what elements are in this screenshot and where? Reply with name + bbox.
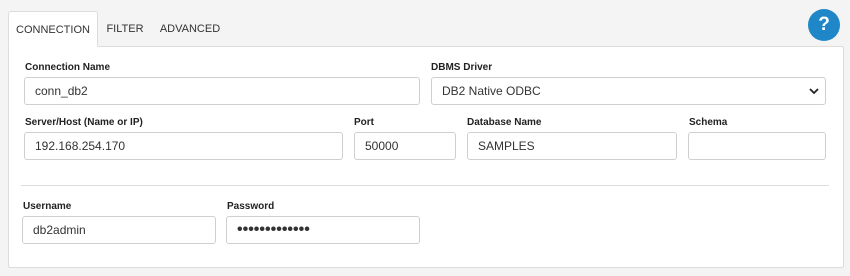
password-input[interactable]: ••••••••••••• [226,216,420,244]
help-icon[interactable]: ? [808,9,840,41]
port-input[interactable]: 50000 [354,132,456,160]
dbms-driver-value: DB2 Native ODBC [442,84,541,98]
database-name-label: Database Name [467,117,542,128]
username-input[interactable]: db2admin [22,216,216,244]
username-label: Username [23,201,72,212]
section-divider [21,185,829,186]
dbms-driver-select[interactable]: DB2 Native ODBC [431,77,826,105]
server-host-input[interactable]: 192.168.254.170 [24,132,343,160]
connection-name-input[interactable]: conn_db2 [24,77,420,105]
tab-filter[interactable]: FILTER [102,11,148,47]
server-host-label: Server/Host (Name or IP) [25,117,143,128]
port-label: Port [354,117,374,128]
connection-name-label: Connection Name [25,62,111,73]
tab-advanced[interactable]: ADVANCED [156,11,224,47]
schema-label: Schema [689,117,728,128]
schema-input[interactable] [688,132,826,160]
database-name-input[interactable]: SAMPLES [467,132,677,160]
chevron-down-icon [809,88,819,95]
tab-connection[interactable]: CONNECTION [8,11,98,47]
password-label: Password [227,201,275,212]
dbms-driver-label: DBMS Driver [431,62,493,73]
